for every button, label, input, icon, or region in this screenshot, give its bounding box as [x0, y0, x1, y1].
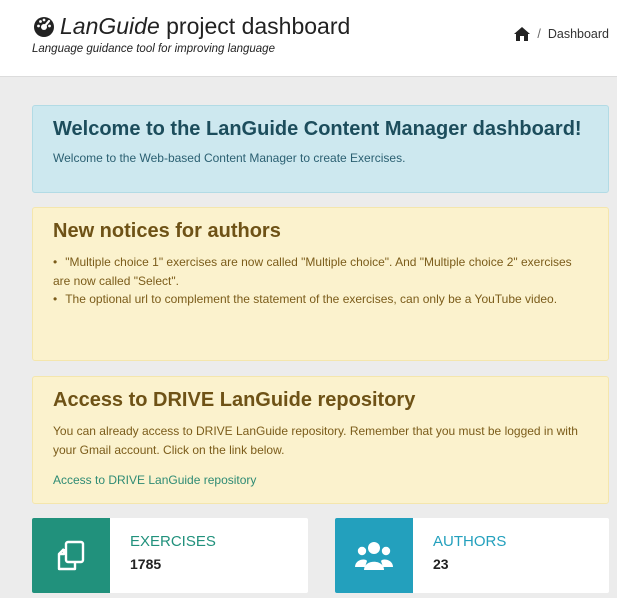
welcome-text: Welcome to the Web-based Content Manager…: [53, 151, 406, 165]
users-icon: [355, 541, 393, 570]
title-row: LanGuide project dashboard: [32, 12, 350, 40]
exercises-count: 1785: [130, 556, 162, 572]
breadcrumb-current: Dashboard: [547, 27, 609, 41]
authors-label: AUTHORS: [433, 533, 507, 550]
notices-callout: New notices for authors "Multiple choice…: [32, 207, 609, 361]
exercises-info: EXERCISES 1785: [110, 518, 216, 593]
drive-heading: Access to DRIVE LanGuide repository: [53, 389, 416, 411]
page-subtitle: Language guidance tool for improving lan…: [32, 43, 275, 55]
exercises-stat-card[interactable]: EXERCISES 1785: [32, 518, 308, 593]
page-header: LanGuide project dashboard Language guid…: [0, 0, 617, 77]
notices-list: "Multiple choice 1" exercises are now ca…: [53, 253, 588, 309]
copy-icon: [57, 540, 85, 570]
authors-icon-box: [335, 518, 413, 593]
notice-item: "Multiple choice 1" exercises are now ca…: [53, 253, 588, 290]
dashboard-icon: [34, 17, 54, 37]
drive-link[interactable]: Access to DRIVE LanGuide repository: [53, 473, 256, 487]
page-title: LanGuide project dashboard: [60, 12, 350, 40]
authors-info: AUTHORS 23: [413, 518, 506, 593]
home-icon[interactable]: [514, 27, 531, 41]
welcome-callout: Welcome to the LanGuide Content Manager …: [32, 105, 609, 193]
notice-item: The optional url to complement the state…: [53, 290, 588, 309]
authors-stat-card[interactable]: AUTHORS 23: [335, 518, 609, 593]
breadcrumb-separator: /: [537, 27, 541, 41]
welcome-heading: Welcome to the LanGuide Content Manager …: [53, 118, 582, 140]
exercises-label: EXERCISES: [130, 533, 216, 550]
drive-callout: Access to DRIVE LanGuide repository You …: [32, 376, 609, 504]
title-brand: LanGuide: [60, 13, 160, 39]
title-text: project dashboard: [159, 13, 351, 39]
notices-heading: New notices for authors: [53, 220, 281, 242]
exercises-icon-box: [32, 518, 110, 593]
drive-text: You can already access to DRIVE LanGuide…: [53, 424, 578, 457]
authors-count: 23: [433, 556, 449, 572]
breadcrumb: / Dashboard: [514, 27, 609, 41]
